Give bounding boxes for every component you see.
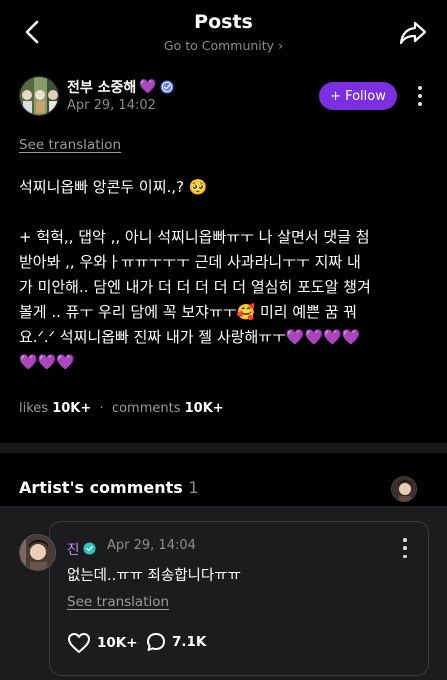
go-to-community-label: Go to Community bbox=[163, 38, 275, 53]
likes-label: likes bbox=[19, 401, 49, 416]
go-to-community-link[interactable]: Go to Community › bbox=[0, 38, 447, 53]
page-title: Posts bbox=[194, 11, 253, 33]
post-header: 전부 소중해 💜 Apr 29, 14:02 + Follow bbox=[0, 72, 447, 122]
comment-date: Apr 29, 14:04 bbox=[107, 538, 196, 553]
post-line: 가 미안해.. 담엔 내가 더 더 더 더 더 열심히 포도알 챙겨 bbox=[19, 278, 371, 296]
share-button[interactable] bbox=[398, 20, 428, 46]
comments-label: comments bbox=[111, 401, 181, 416]
post-line: 받아봐 ,, 우와ㅏㅠㅠㅜㅜㅜ 근데 사과라니ㅜㅜ 지짜 내 bbox=[19, 253, 361, 271]
artist-avatar-small[interactable] bbox=[391, 476, 417, 502]
artist-comments-title: Artist's comments bbox=[19, 478, 183, 497]
heart-icon bbox=[68, 633, 90, 653]
see-translation-link[interactable]: See translation bbox=[19, 137, 121, 153]
post-date: Apr 29, 14:02 bbox=[67, 98, 156, 113]
share-icon bbox=[399, 21, 427, 45]
artist-comments-count: 1 bbox=[188, 478, 199, 497]
follow-label: Follow bbox=[345, 88, 386, 104]
comment-see-translation-link[interactable]: See translation bbox=[67, 594, 169, 610]
artist-name-text: 진 bbox=[67, 542, 80, 558]
author-name-text: 전부 소중해 bbox=[67, 80, 137, 96]
post-line: 볼게 .. 퓨ㅜ 우리 담에 꼭 보쟈ㅠㅜ🥰 미리 예쁜 꿈 꿔 bbox=[19, 303, 358, 321]
artist-comments-heading: Artist's comments 1 bbox=[19, 478, 199, 497]
more-vertical-icon bbox=[403, 538, 407, 542]
artist-avatar[interactable] bbox=[19, 534, 56, 571]
post-body: 석찌니옵빠 앙콘두 이찌.,? 🥺 + 헉헉,, 댑악 ,, 아니 석찌니옵빠ㅠ… bbox=[19, 175, 429, 375]
comment-text: 없는데..ㅠㅠ 죄송합니다ㅠㅠ bbox=[67, 568, 241, 584]
author-name[interactable]: 전부 소중해 💜 bbox=[67, 77, 174, 97]
avatar-image bbox=[20, 77, 58, 115]
likes-count[interactable]: 10K+ bbox=[52, 401, 91, 416]
comment-bubble-icon bbox=[147, 633, 165, 651]
verified-badge-icon bbox=[160, 80, 174, 94]
comments-count[interactable]: 10K+ bbox=[185, 401, 224, 416]
author-avatar[interactable] bbox=[19, 76, 59, 116]
post-line: 석찌니옵빠 앙콘두 이찌.,? 🥺 bbox=[19, 178, 208, 196]
comment-reply-button[interactable]: 7.1K bbox=[146, 632, 206, 652]
top-bar: Posts Go to Community › bbox=[0, 0, 447, 64]
artist-comments-area: 진 Apr 29, 14:04 없는데..ㅠㅠ 죄송합니다ㅠㅠ See tran… bbox=[0, 506, 447, 680]
section-divider bbox=[0, 443, 447, 453]
plus-icon: + bbox=[330, 88, 342, 104]
post-more-button[interactable] bbox=[413, 84, 427, 108]
purple-heart-emoji: 💜 bbox=[139, 79, 157, 95]
comment-more-button[interactable] bbox=[400, 538, 410, 558]
comment-like-count: 10K+ bbox=[97, 635, 138, 651]
post-line: + 헉헉,, 댑악 ,, 아니 석찌니옵빠ㅠㅜ 나 살면서 댓글 첨 bbox=[19, 228, 370, 246]
post-stats: likes 10K+ · comments 10K+ bbox=[19, 401, 224, 416]
artist-name[interactable]: 진 bbox=[67, 538, 96, 558]
artist-comment-card: 진 Apr 29, 14:04 없는데..ㅠㅠ 죄송합니다ㅠㅠ See tran… bbox=[49, 521, 429, 676]
more-vertical-icon bbox=[418, 86, 422, 90]
follow-button[interactable]: + Follow bbox=[319, 82, 397, 110]
chevron-right-icon: › bbox=[278, 38, 284, 53]
comment-like-button[interactable]: 10K+ bbox=[67, 632, 138, 654]
post-line: 💜💜💜 bbox=[19, 353, 76, 371]
comment-reply-count: 7.1K bbox=[172, 634, 207, 650]
post-line: 요.ᐟ.ᐟ 석찌니옵빠 진짜 내가 젤 사랑해ㅠㅜ💜💜💜💜 bbox=[19, 328, 361, 346]
artist-verified-icon bbox=[83, 541, 96, 555]
